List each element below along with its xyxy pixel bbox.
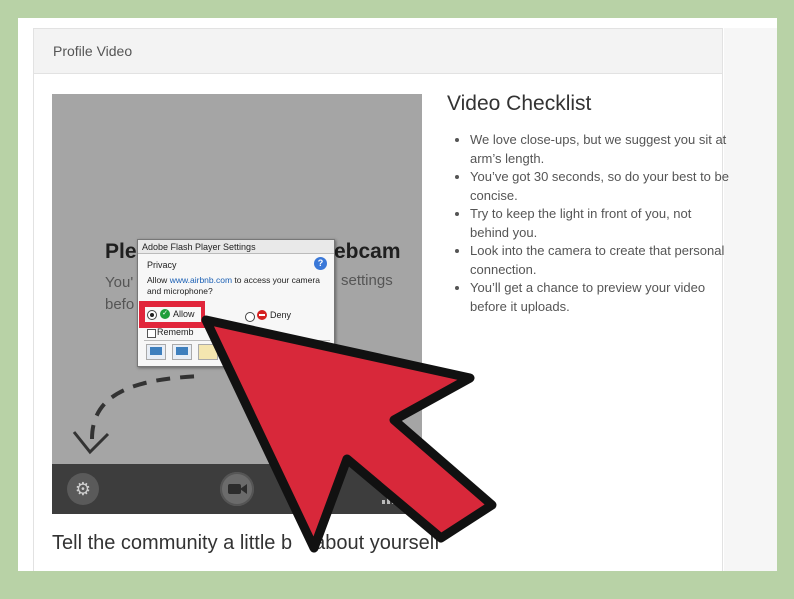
dialog-message: Allow www.airbnb.com to access your came… [147, 275, 329, 297]
dialog-title: Adobe Flash Player Settings [138, 240, 334, 254]
help-icon[interactable]: ? [314, 257, 327, 270]
panel-title: Profile Video [53, 43, 133, 59]
check-icon: ✓ [160, 309, 170, 319]
allow-label: Allow [173, 309, 195, 319]
panel-header: Profile Video [33, 28, 723, 74]
display-tab-icon[interactable] [146, 344, 166, 360]
remember-checkbox[interactable] [147, 329, 156, 338]
deny-radio[interactable] [245, 312, 255, 322]
remember-label: Rememb [157, 327, 194, 337]
tagline: Tell the community a little b about yours… [52, 532, 440, 555]
deny-label[interactable]: Deny [270, 310, 291, 320]
list-item: We love close-ups, but we suggest you si… [470, 131, 732, 168]
profile-video-page: Profile Video Ple ebcam You' befo settin… [18, 18, 777, 571]
signal-bars-icon [382, 486, 412, 504]
dialog-tabs [144, 340, 330, 363]
message-prefix: Allow [147, 275, 170, 285]
privacy-tab-icon[interactable] [172, 344, 192, 360]
storage-tab-icon[interactable] [198, 344, 218, 360]
checklist: We love close-ups, but we suggest you si… [452, 131, 732, 316]
dialog-section-label: Privacy [147, 260, 177, 270]
allow-highlight: ✓ Allow [139, 301, 205, 328]
tagline-right: about yourself [314, 532, 440, 554]
list-item: Look into the camera to create that pers… [470, 242, 732, 279]
checklist-title: Video Checklist [447, 92, 592, 115]
tagline-left: Tell the community a little b [52, 532, 293, 554]
gear-icon[interactable]: ⚙ [67, 473, 99, 505]
list-item: You’ll get a chance to preview your vide… [470, 279, 732, 316]
allow-option[interactable]: ✓ Allow [145, 307, 201, 322]
site-link[interactable]: www.airbnb.com [170, 275, 232, 285]
list-item: Try to keep the light in front of you, n… [470, 205, 732, 242]
video-camera-icon[interactable] [220, 472, 254, 506]
list-item: You’ve got 30 seconds, so do your best t… [470, 168, 732, 205]
webcam-toolbar: ⚙ [52, 464, 422, 514]
deny-icon [257, 310, 267, 320]
allow-radio[interactable] [147, 310, 157, 320]
flash-settings-dialog: Adobe Flash Player Settings Privacy ? Al… [137, 239, 335, 367]
